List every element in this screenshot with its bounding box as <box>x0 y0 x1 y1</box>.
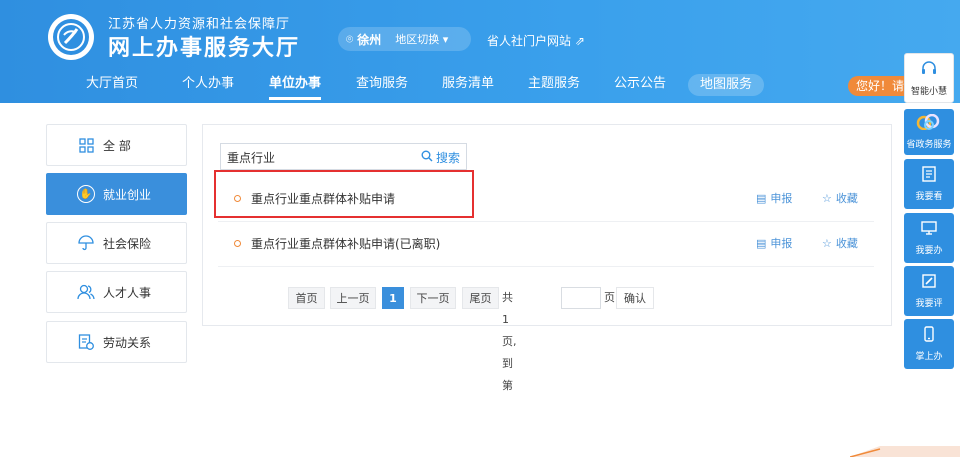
float-label: 我要评 <box>915 299 943 309</box>
bullet-icon <box>234 240 241 247</box>
smart-assistant-button[interactable]: 智能小慧 <box>904 53 954 103</box>
bullet-icon <box>234 195 241 202</box>
float-label: 我要看 <box>915 192 943 202</box>
gov-logo-icon <box>916 113 942 134</box>
corner-decoration <box>850 446 960 457</box>
star-icon: ☆ <box>822 236 832 250</box>
people-icon <box>77 283 95 301</box>
float-label: 掌上办 <box>915 352 943 362</box>
page-number-input[interactable] <box>561 287 601 309</box>
grid-icon <box>77 136 95 154</box>
star-icon: ☆ <box>822 191 832 205</box>
float-label: 我要办 <box>915 246 943 256</box>
first-page-button[interactable]: 首页 <box>288 287 325 309</box>
nav-home[interactable]: 大厅首页 <box>86 72 138 100</box>
apply-label: 申报 <box>770 192 793 205</box>
do-button[interactable]: 我要办 <box>904 213 954 263</box>
apply-icon: ▤ <box>756 236 767 250</box>
edit-icon <box>921 273 937 293</box>
logo-emblem-icon <box>53 19 89 55</box>
side-item-label: 就业创业 <box>103 187 152 202</box>
document-icon <box>77 333 95 351</box>
favorite-label: 收藏 <box>835 192 858 205</box>
confirm-button[interactable]: 确认 <box>616 287 654 309</box>
float-label: 智能小慧 <box>910 87 947 97</box>
search-icon <box>421 150 433 165</box>
search-input[interactable] <box>227 147 407 167</box>
list-item: 重点行业重点群体补贴申请 ▤ 申报 ☆ 收藏 <box>218 176 874 222</box>
favorite-label: 收藏 <box>835 237 858 250</box>
side-item-label: 劳动关系 <box>103 335 152 350</box>
prev-page-button[interactable]: 上一页 <box>330 287 376 309</box>
item-title[interactable]: 重点行业重点群体补贴申请(已离职) <box>251 235 440 252</box>
side-item-talent[interactable]: 人才人事 <box>46 271 187 313</box>
site-title: 网上办事服务大厅 <box>108 36 301 61</box>
nav-map[interactable]: 地图服务 <box>688 74 765 96</box>
nav-unit[interactable]: 单位办事 <box>269 72 322 100</box>
search-button[interactable]: 搜索 <box>421 149 460 166</box>
apply-icon: ▤ <box>756 191 767 205</box>
side-item-all[interactable]: 全 部 <box>46 124 187 166</box>
mobile-button[interactable]: 掌上办 <box>904 319 954 369</box>
gov-service-button[interactable]: 省政务服务 <box>904 109 954 155</box>
side-item-labor[interactable]: 劳动关系 <box>46 321 187 363</box>
current-city: 徐州 <box>357 32 382 47</box>
portal-link[interactable]: 省人社门户网站 ⇗ <box>487 32 585 49</box>
apply-label: 申报 <box>770 237 793 250</box>
side-item-label: 全 部 <box>103 138 131 153</box>
nav-theme[interactable]: 主题服务 <box>528 72 580 100</box>
nav-personal[interactable]: 个人办事 <box>182 72 234 100</box>
nav-notice[interactable]: 公示公告 <box>614 72 666 100</box>
city-selector[interactable]: ⌾ 徐州 地区切换 ▾ <box>338 27 471 51</box>
side-item-label: 社会保险 <box>103 236 152 251</box>
last-page-button[interactable]: 尾页 <box>462 287 499 309</box>
umbrella-icon <box>77 234 95 252</box>
nav-query[interactable]: 查询服务 <box>356 72 408 100</box>
side-item-employment[interactable]: ✋ 就业创业 <box>46 173 187 215</box>
side-item-label: 人才人事 <box>103 285 152 300</box>
monitor-icon <box>921 220 937 240</box>
location-pin-icon: ⌾ <box>346 31 354 46</box>
favorite-button[interactable]: ☆ 收藏 <box>822 235 858 251</box>
employment-icon: ✋ <box>77 185 95 203</box>
search-button-label: 搜索 <box>435 151 460 165</box>
nav-service-list[interactable]: 服务清单 <box>442 72 494 100</box>
search-box: 搜索 <box>220 143 467 170</box>
side-item-social-insurance[interactable]: 社会保险 <box>46 222 187 264</box>
header: 江苏省人力资源和社会保障厅 网上办事服务大厅 ⌾ 徐州 地区切换 ▾ 省人社门户… <box>0 0 960 103</box>
view-button[interactable]: 我要看 <box>904 159 954 209</box>
item-title[interactable]: 重点行业重点群体补贴申请 <box>251 190 395 207</box>
headset-icon <box>920 59 938 81</box>
list-item: 重点行业重点群体补贴申请(已离职) ▤ 申报 ☆ 收藏 <box>218 221 874 267</box>
review-button[interactable]: 我要评 <box>904 266 954 316</box>
apply-button[interactable]: ▤ 申报 <box>756 235 792 251</box>
phone-icon <box>922 326 936 346</box>
book-icon <box>921 166 937 186</box>
page-summary: 共1页, 到第 <box>502 291 517 392</box>
region-switch[interactable]: 地区切换 ▾ <box>395 31 448 47</box>
float-label: 省政务服务 <box>906 140 952 150</box>
logo <box>48 14 94 60</box>
next-page-button[interactable]: 下一页 <box>410 287 456 309</box>
favorite-button[interactable]: ☆ 收藏 <box>822 190 858 206</box>
main-nav: 大厅首页 个人办事 单位办事 查询服务 服务清单 主题服务 公示公告 地图服务 <box>0 72 960 100</box>
page-suffix: 页 <box>604 291 615 304</box>
apply-button[interactable]: ▤ 申报 <box>756 190 792 206</box>
current-page-button[interactable]: 1 <box>382 287 404 309</box>
